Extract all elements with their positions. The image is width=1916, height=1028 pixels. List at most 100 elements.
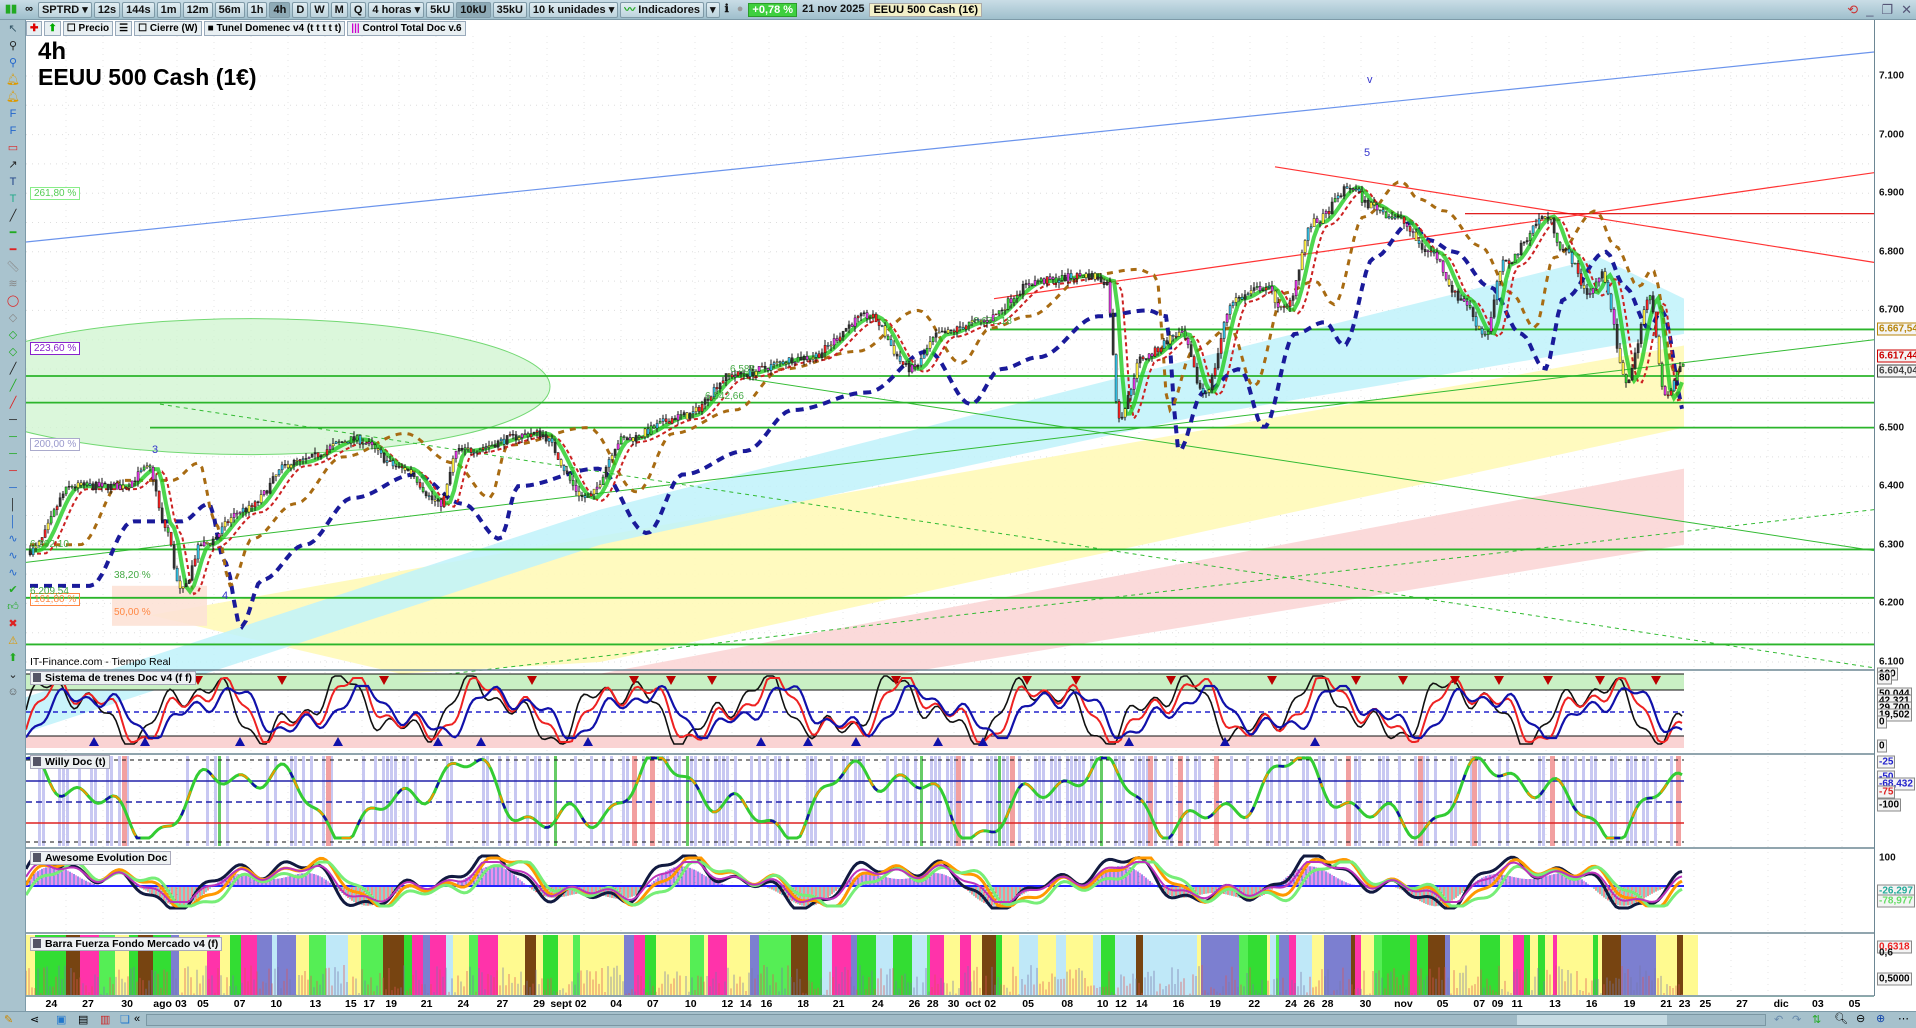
timeframe-144s[interactable]: 144s bbox=[122, 1, 155, 18]
volume-5kU[interactable]: 5kU bbox=[426, 1, 455, 18]
timeframe-12m[interactable]: 12m bbox=[182, 1, 213, 18]
down-icon[interactable]: ⌄ bbox=[4, 667, 22, 683]
candle-body bbox=[664, 418, 668, 422]
ruler-icon[interactable]: 📏︎ bbox=[4, 259, 22, 275]
restore-icon[interactable]: ❐ bbox=[1881, 2, 1893, 18]
timeframe-1m[interactable]: 1m bbox=[156, 1, 181, 18]
channel-icon[interactable]: ≋ bbox=[4, 276, 22, 292]
text-icon[interactable]: T bbox=[4, 174, 22, 190]
arrow-icon[interactable]: ↗ bbox=[4, 157, 22, 173]
wave3-icon[interactable]: ∿ bbox=[4, 565, 22, 581]
list-icon[interactable]: ☰ bbox=[115, 21, 133, 36]
timeframe-12s[interactable]: 12s bbox=[93, 1, 121, 18]
wave2-icon[interactable]: ∿ bbox=[4, 548, 22, 564]
pane-header-awesome[interactable]: Awesome Evolution Doc bbox=[30, 851, 172, 865]
price-axis[interactable]: 7.1007.0006.9006.8006.7006.6006.5006.400… bbox=[1874, 20, 1916, 996]
link-icon[interactable]: ∞ bbox=[22, 2, 36, 18]
symbol-select[interactable]: SPTRD ▾ bbox=[37, 1, 92, 18]
hline3-icon[interactable]: ─ bbox=[4, 446, 22, 462]
add-icon[interactable]: ⬆ bbox=[44, 21, 61, 36]
undo-icon[interactable]: ↶ bbox=[1774, 1013, 1783, 1026]
vline2-icon[interactable]: │ bbox=[4, 514, 22, 530]
hline5-icon[interactable]: ─ bbox=[4, 480, 22, 496]
redo-icon[interactable]: ↷ bbox=[1792, 1013, 1801, 1026]
info-icon[interactable]: ℹ bbox=[722, 2, 732, 18]
horizontal-scrollbar[interactable] bbox=[146, 1014, 1766, 1026]
legend-control-total[interactable]: ||| Control Total Doc v.6 bbox=[347, 21, 466, 36]
fib2-icon[interactable]: F bbox=[4, 123, 22, 139]
wave-icon[interactable]: ∿ bbox=[4, 531, 22, 547]
chart-type-icon[interactable]: ▮▮ bbox=[2, 2, 20, 18]
timeframe-1h[interactable]: 1h bbox=[246, 1, 268, 18]
timeframe-M[interactable]: M bbox=[330, 1, 348, 18]
hline2-icon[interactable]: ─ bbox=[4, 429, 22, 445]
minimize-icon[interactable]: _ bbox=[1866, 2, 1873, 18]
shape3-icon[interactable]: ◇ bbox=[4, 344, 22, 360]
check-icon[interactable]: ✔ bbox=[4, 582, 22, 598]
pencil-icon[interactable]: ✎ bbox=[4, 1013, 13, 1026]
date-axis[interactable]: 24 27 30 ago 03 05 07 10 13 15 17 19 21 24 27 29 sept 02 0… bbox=[26, 996, 1874, 1011]
volume-35kU[interactable]: 35kU bbox=[492, 1, 527, 18]
indicators-dropdown[interactable]: ▾ bbox=[706, 1, 720, 18]
pointer-icon[interactable]: ↖ bbox=[4, 21, 22, 37]
ellipse-icon[interactable]: ◯ bbox=[4, 293, 22, 309]
legend-tunel[interactable]: ■ Tunel Domenec v4 (t t t t t) bbox=[203, 21, 346, 36]
line2-icon[interactable]: ╱ bbox=[4, 378, 22, 394]
scrollbar-thumb[interactable] bbox=[1517, 1015, 1667, 1025]
legend-close-w[interactable]: ☐ Cierre (W) bbox=[134, 21, 202, 36]
timeframe-Q[interactable]: Q bbox=[349, 1, 367, 18]
refresh-icon[interactable]: ⟲ bbox=[1847, 2, 1858, 18]
trend-icon[interactable]: ╱ bbox=[4, 208, 22, 224]
hline4-icon[interactable]: ─ bbox=[4, 463, 22, 479]
pane-header-willy[interactable]: Willy Doc (t) bbox=[30, 755, 110, 769]
fib-icon[interactable]: F bbox=[4, 106, 22, 122]
pane-header-sistema[interactable]: Sistema de trenes Doc v4 (f f) bbox=[30, 671, 197, 685]
units-select[interactable]: 10 k unidades ▾ bbox=[528, 1, 619, 18]
hline-icon[interactable]: ─ bbox=[4, 412, 22, 428]
zoom-box-icon[interactable]: ⚲ bbox=[4, 55, 22, 71]
candle-body bbox=[280, 464, 284, 471]
text2-icon[interactable]: T bbox=[4, 191, 22, 207]
up-arrow-icon[interactable]: ⬆ bbox=[4, 650, 22, 666]
alert2-icon[interactable]: 🔔︎ bbox=[4, 89, 22, 105]
candle-body bbox=[1561, 249, 1565, 251]
vline-icon[interactable]: │ bbox=[4, 497, 22, 513]
windows-icon[interactable]: ❏ bbox=[120, 1013, 130, 1026]
zoom-fit-icon[interactable]: 🔍︎ bbox=[1834, 1012, 1848, 1025]
rect-icon[interactable]: ▭ bbox=[4, 140, 22, 156]
volume-10kU[interactable]: 10kU bbox=[456, 1, 491, 18]
indicators-button[interactable]: 〰 Indicadores bbox=[620, 1, 705, 18]
zoom-out-icon[interactable]: ⊖ bbox=[1856, 1012, 1865, 1025]
period-select[interactable]: 4 horas ▾ bbox=[368, 1, 425, 18]
timeframe-56m[interactable]: 56m bbox=[214, 1, 245, 18]
report-icon[interactable]: ▤ bbox=[78, 1013, 88, 1026]
remove-icon[interactable]: ✚ bbox=[26, 21, 43, 36]
warning-icon[interactable]: ⚠ bbox=[4, 633, 22, 649]
shape2-icon[interactable]: ◇ bbox=[4, 327, 22, 343]
candle-body bbox=[1438, 258, 1442, 262]
line1-icon[interactable]: ╱ bbox=[4, 361, 22, 377]
people-icon[interactable]: ☺ bbox=[4, 684, 22, 700]
autoscale-icon[interactable]: ⇅ bbox=[1812, 1013, 1821, 1026]
shape-icon[interactable]: ◇ bbox=[4, 310, 22, 326]
timeframe-W[interactable]: W bbox=[310, 1, 329, 18]
timeframe-D[interactable]: D bbox=[292, 1, 309, 18]
alert-icon[interactable]: 🔔︎ bbox=[4, 72, 22, 88]
cross-icon[interactable]: ✖ bbox=[4, 616, 22, 632]
timeframe-4h[interactable]: 4h bbox=[269, 1, 291, 18]
zoom-icon[interactable]: ⚲ bbox=[4, 38, 22, 54]
settings-icon[interactable]: ⋯ bbox=[1898, 1012, 1909, 1025]
legend-price[interactable]: ☐ Precio bbox=[62, 21, 114, 36]
zoom-in-icon[interactable]: ⊕ bbox=[1876, 1012, 1885, 1025]
compare-icon[interactable]: ▥ bbox=[100, 1013, 110, 1026]
pane-header-barra[interactable]: Barra Fuerza Fondo Mercado v4 (f) bbox=[30, 937, 223, 951]
chat-icon[interactable]: ▣ bbox=[56, 1013, 66, 1026]
collapse-icon[interactable]: « bbox=[134, 1013, 140, 1025]
thumb-up-icon[interactable]: 👍︎ bbox=[4, 599, 22, 615]
line3-icon[interactable]: ╱ bbox=[4, 395, 22, 411]
share-icon[interactable]: ⋖ bbox=[30, 1013, 39, 1026]
line-red-icon[interactable]: ━ bbox=[4, 242, 22, 258]
chart-canvas[interactable] bbox=[26, 36, 1874, 996]
close-icon[interactable]: ✕ bbox=[1901, 2, 1912, 18]
ray-icon[interactable]: ━ bbox=[4, 225, 22, 241]
